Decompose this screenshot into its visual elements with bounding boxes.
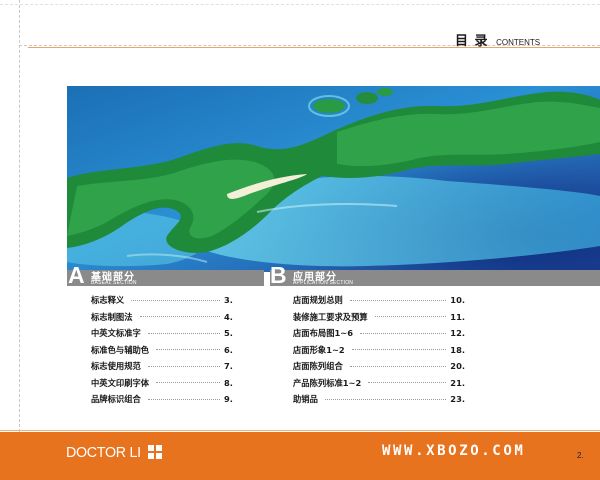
catalog-page: 目 录 CONTENTS A 基础部分 BASEAL SECTION B 应用部… [0,0,600,480]
leader-dots [131,299,220,301]
toc-entry[interactable]: 品牌标识组合 9. [91,391,236,408]
toc-entry-label: 店面形象1~2 [293,343,348,356]
page-title-en: CONTENTS [496,38,541,47]
toc-entry-label: 标志使用规范 [91,360,144,373]
page-title: 目 录 CONTENTS [455,30,540,49]
toc-entry[interactable]: 助销品 23. [293,391,465,408]
leader-dots [349,365,447,367]
toc-entry-label: 标志制图法 [91,310,136,323]
footer-rule [0,430,600,431]
toc-entry-label: 装修施工要求及预算 [293,310,371,323]
toc-entry-page: 5. [224,328,233,339]
leader-dots [139,316,220,318]
toc-entry[interactable]: 店面规划总则 10. [293,292,465,309]
leader-dots [374,316,447,318]
toc-entry[interactable]: 店面布局图1~6 12. [293,325,465,342]
section-a-letter: A [68,262,85,288]
toc-entry-page: 18. [450,344,465,355]
aerial-island-photo [67,86,600,272]
toc-entry-page: 4. [224,311,233,322]
toc-entry[interactable]: 标志使用规范 7. [91,358,236,375]
toc-entry[interactable]: 标志释义 3. [91,292,236,309]
toc-entry-page: 7. [224,361,233,372]
toc-entry-page: 11. [450,311,465,322]
section-a-subtitle: BASEAL SECTION [91,280,137,286]
brand-logo: DOCTOR LI [66,443,162,461]
page-title-cn: 目 录 [455,34,489,49]
leader-dots [351,349,447,351]
toc-entry[interactable]: 标准色与辅助色 6. [91,342,236,359]
toc-entry-page: 12. [450,328,465,339]
section-b-letter: B [270,262,287,288]
toc-entry-page: 23. [450,394,465,405]
crop-guide-left [19,0,20,432]
leader-dots [156,382,220,384]
website-url: WWW.XBOZO.COM [382,443,526,459]
toc-entry[interactable]: 中英文印刷字体 8. [91,375,236,392]
crop-guide-top [0,4,600,5]
toc-entry-page: 10. [450,295,465,306]
toc-entry-page: 20. [450,361,465,372]
leader-dots [324,398,447,400]
aerial-island-image [67,86,600,272]
leader-dots [368,382,447,384]
toc-entry[interactable]: 装修施工要求及预算 11. [293,309,465,326]
toc-entry-label: 店面陈列组合 [293,360,346,373]
section-b-contents: 店面规划总则 10. 装修施工要求及预算 11. 店面布局图1~6 12. 店面形象1… [293,292,465,408]
toc-entry-label: 店面布局图1~6 [293,327,356,340]
leader-dots [349,299,447,301]
toc-entry[interactable]: 产品陈列标准1~2 21. [293,375,465,392]
toc-entry-label: 产品陈列标准1~2 [293,376,365,389]
toc-entry-label: 标志释义 [91,294,128,307]
brand-logo-text: DOCTOR LI [66,443,141,461]
toc-entry-page: 6. [224,344,233,355]
toc-entry-page: 3. [224,295,233,306]
toc-entry-page: 9. [224,394,233,405]
toc-entry[interactable]: 店面陈列组合 20. [293,358,465,375]
leader-dots [147,332,220,334]
toc-entry-label: 品牌标识组合 [91,393,144,406]
toc-entry-label: 标准色与辅助色 [91,343,153,356]
toc-entry-label: 中英文印刷字体 [91,376,153,389]
leader-dots [147,365,220,367]
section-b-subtitle: APPLICATION SECTION [293,280,354,286]
toc-entry[interactable]: 店面形象1~2 18. [293,342,465,359]
leader-dots [359,332,447,334]
toc-entry-label: 店面规划总则 [293,294,346,307]
leader-dots [156,349,220,351]
section-a-contents: 标志释义 3. 标志制图法 4. 中英文标准字 5. 标准色与辅助色 6. 标志使用规范… [91,292,236,408]
toc-entry-label: 中英文标准字 [91,327,144,340]
toc-entry[interactable]: 中英文标准字 5. [91,325,236,342]
brand-grid-icon [147,445,162,459]
toc-entry-label: 助销品 [293,393,321,406]
toc-entry[interactable]: 标志制图法 4. [91,309,236,326]
toc-entry-page: 8. [224,377,233,388]
page-number: 2. [577,451,584,460]
leader-dots [147,398,220,400]
toc-entry-page: 21. [450,377,465,388]
